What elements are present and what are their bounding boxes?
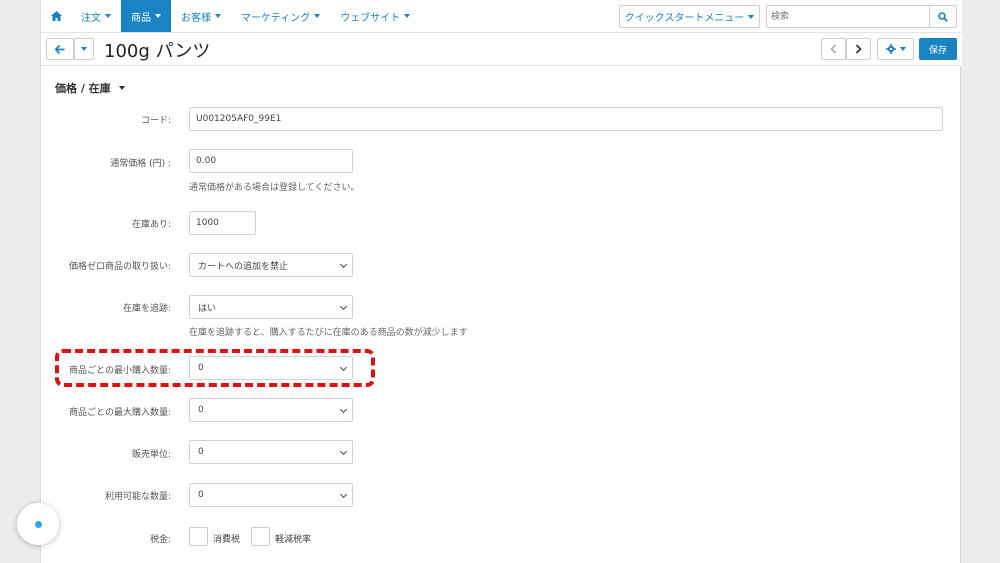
- nav-products[interactable]: 商品: [121, 0, 171, 32]
- code-label: コード:: [140, 116, 171, 126]
- chevron-down-icon: [899, 47, 906, 51]
- chevron-right-icon: [855, 44, 862, 54]
- gear-icon: [885, 44, 896, 54]
- stock-field[interactable]: 1000: [189, 211, 256, 235]
- chevron-down-icon: [339, 363, 348, 372]
- page-title: 100g パンツ: [104, 41, 211, 62]
- back-button[interactable]: [46, 38, 74, 60]
- section-header[interactable]: 価格 / 在庫: [55, 80, 125, 96]
- settings-button[interactable]: [877, 38, 914, 60]
- zero-price-select[interactable]: カートへの追加を禁止: [189, 253, 353, 277]
- arrow-left-icon: [55, 44, 65, 54]
- consumption-tax-checkbox[interactable]: [189, 527, 208, 546]
- chevron-down-icon: [339, 405, 348, 414]
- max-qty-value: 0: [198, 405, 204, 415]
- home-icon[interactable]: [41, 0, 71, 32]
- chevron-down-icon: [215, 14, 221, 18]
- unit-label: 販売単位:: [131, 450, 171, 460]
- chevron-down-icon: [105, 14, 111, 18]
- available-qty-value: 0: [198, 490, 204, 500]
- available-qty-label: 利用可能な数量:: [104, 492, 171, 502]
- min-qty-value: 0: [198, 363, 204, 373]
- nav-website[interactable]: ウェブサイト: [330, 0, 420, 32]
- chevron-down-icon: [81, 47, 87, 51]
- chat-widget-button[interactable]: [17, 503, 59, 545]
- unit-select[interactable]: 0: [189, 440, 353, 464]
- nav-website-label: ウェブサイト: [340, 12, 401, 24]
- nav-marketing-label: マーケティング: [241, 12, 311, 24]
- available-qty-select[interactable]: 0: [189, 483, 353, 507]
- back-dropdown-button[interactable]: [74, 38, 94, 60]
- min-qty-select[interactable]: 0: [189, 356, 353, 380]
- quick-start-menu-label: クイックスタートメニュー: [624, 13, 745, 24]
- track-stock-label: 在庫を追跡:: [122, 304, 171, 314]
- min-qty-label: 商品ごとの最小購入数量:: [69, 366, 171, 376]
- nav-products-label: 商品: [131, 12, 151, 24]
- chevron-down-icon: [339, 302, 348, 311]
- nav-orders-label: 注文: [81, 12, 101, 24]
- chevron-left-icon: [830, 44, 837, 54]
- chevron-down-icon: [748, 14, 755, 19]
- save-button[interactable]: 保存: [919, 38, 957, 60]
- chevron-down-icon: [155, 14, 161, 18]
- main-container: 注文 商品 お客様 マーケティング ウェブサイト クイックスタートメニュー 10…: [40, 0, 962, 563]
- nav-marketing[interactable]: マーケティング: [231, 0, 330, 32]
- search-icon: [938, 11, 948, 22]
- reduced-tax-checkbox[interactable]: [251, 527, 270, 546]
- consumption-tax-label: 消費税: [213, 535, 241, 545]
- list-price-help: 通常価格がある場合は登録してください。: [189, 183, 360, 193]
- widget-logo-icon: [34, 520, 42, 528]
- quick-start-menu[interactable]: クイックスタートメニュー: [619, 5, 760, 28]
- reduced-tax-label: 軽減税率: [275, 535, 312, 545]
- chevron-down-icon: [118, 86, 125, 90]
- next-button[interactable]: [846, 38, 871, 60]
- tax-label: 税金:: [149, 535, 171, 545]
- zero-price-label: 価格ゼロ商品の取り扱い:: [68, 262, 171, 272]
- max-qty-label: 商品ごとの最大購入数量:: [69, 408, 171, 418]
- chevron-down-icon: [404, 14, 411, 18]
- track-stock-value: はい: [198, 303, 217, 314]
- title-bar: 100g パンツ 保存: [41, 33, 962, 66]
- chevron-down-icon: [314, 14, 321, 18]
- nav-customers-label: お客様: [181, 12, 211, 24]
- track-stock-select[interactable]: はい: [189, 295, 353, 319]
- nav-customers[interactable]: お客様: [171, 0, 231, 32]
- top-navigation: 注文 商品 お客様 マーケティング ウェブサイト クイックスタートメニュー: [41, 0, 962, 33]
- max-qty-select[interactable]: 0: [189, 398, 353, 422]
- list-price-label: 通常価格 (円) :: [110, 159, 171, 169]
- unit-value: 0: [198, 447, 204, 457]
- stock-label: 在庫あり:: [131, 220, 171, 230]
- section-title: 価格 / 在庫: [55, 82, 111, 95]
- code-field[interactable]: U001205AF0_99E1: [189, 107, 943, 131]
- list-price-field[interactable]: 0.00: [189, 149, 353, 173]
- chevron-down-icon: [339, 260, 348, 269]
- zero-price-value: カートへの追加を禁止: [198, 261, 289, 272]
- prev-button[interactable]: [821, 38, 846, 60]
- search-input[interactable]: [766, 5, 930, 28]
- chevron-down-icon: [339, 490, 348, 499]
- search-button[interactable]: [929, 5, 957, 28]
- track-stock-help: 在庫を追跡すると、購入するたびに在庫のある商品の数が減少します: [189, 328, 468, 338]
- nav-orders[interactable]: 注文: [71, 0, 121, 32]
- chevron-down-icon: [339, 447, 348, 456]
